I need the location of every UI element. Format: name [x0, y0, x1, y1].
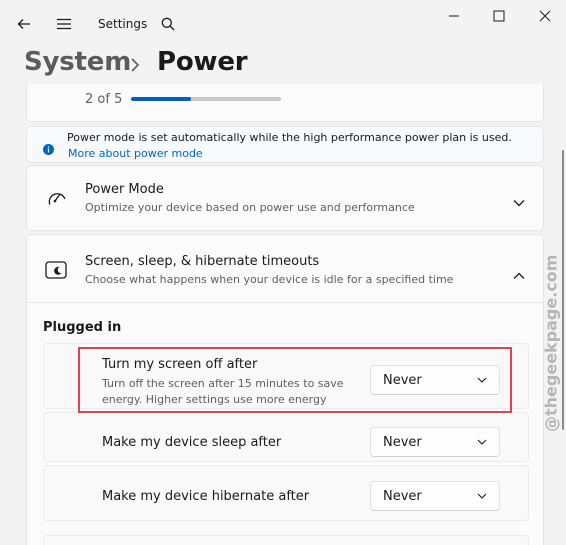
info-message: Power mode is set automatically while th…	[67, 131, 512, 144]
timeouts-title: Screen, sleep, & hibernate timeouts	[85, 254, 320, 269]
sleep-title: Make my device sleep after	[102, 435, 282, 450]
title-bar: Settings	[0, 0, 566, 48]
plugged-in-label: Plugged in	[43, 320, 122, 335]
chevron-down-icon	[477, 493, 487, 499]
sleep-row: Make my device sleep after Never	[43, 412, 529, 462]
progress-bar	[131, 97, 281, 101]
chevron-down-icon	[477, 439, 487, 445]
close-icon[interactable]	[531, 2, 559, 30]
speedometer-icon	[46, 188, 66, 210]
hamburger-menu-icon[interactable]	[50, 10, 78, 38]
power-mode-link[interactable]: More about power mode	[68, 147, 203, 160]
timeouts-header[interactable]: Screen, sleep, & hibernate timeouts Choo…	[27, 235, 543, 303]
watermark: @thegeekpage.com	[541, 254, 561, 432]
page-title: Power	[157, 47, 248, 77]
power-mode-title: Power Mode	[85, 182, 164, 197]
power-mode-card[interactable]: Power Mode Optimize your device based on…	[26, 165, 544, 231]
power-mode-description: Optimize your device based on power use …	[85, 201, 415, 214]
hibernate-dropdown[interactable]: Never	[370, 481, 500, 511]
next-row	[43, 535, 529, 545]
info-bar: Power mode is set automatically while th…	[26, 126, 544, 163]
timeouts-description: Choose what happens when your device is …	[85, 273, 454, 286]
progress-card: 2 of 5	[26, 84, 544, 122]
minimize-icon[interactable]	[440, 2, 468, 30]
maximize-icon[interactable]	[485, 2, 513, 30]
progress-bar-fill	[131, 97, 191, 101]
search-icon[interactable]	[154, 10, 182, 38]
back-arrow-icon[interactable]	[10, 10, 38, 38]
screen-sleep-icon	[45, 261, 67, 283]
app-title: Settings	[98, 17, 148, 31]
breadcrumb-system[interactable]: System	[24, 47, 131, 77]
sleep-value: Never	[383, 434, 422, 450]
progress-text: 2 of 5	[85, 92, 123, 107]
breadcrumb-chevron-icon	[128, 51, 142, 83]
scrollbar[interactable]	[562, 150, 564, 430]
hibernate-row: Make my device hibernate after Never	[43, 465, 529, 521]
hibernate-title: Make my device hibernate after	[102, 489, 310, 504]
info-icon	[43, 140, 54, 159]
chevron-up-icon[interactable]	[513, 265, 525, 284]
sleep-dropdown[interactable]: Never	[370, 427, 500, 457]
hibernate-value: Never	[383, 488, 422, 504]
highlight-box	[78, 347, 512, 413]
chevron-down-icon[interactable]	[513, 192, 525, 211]
